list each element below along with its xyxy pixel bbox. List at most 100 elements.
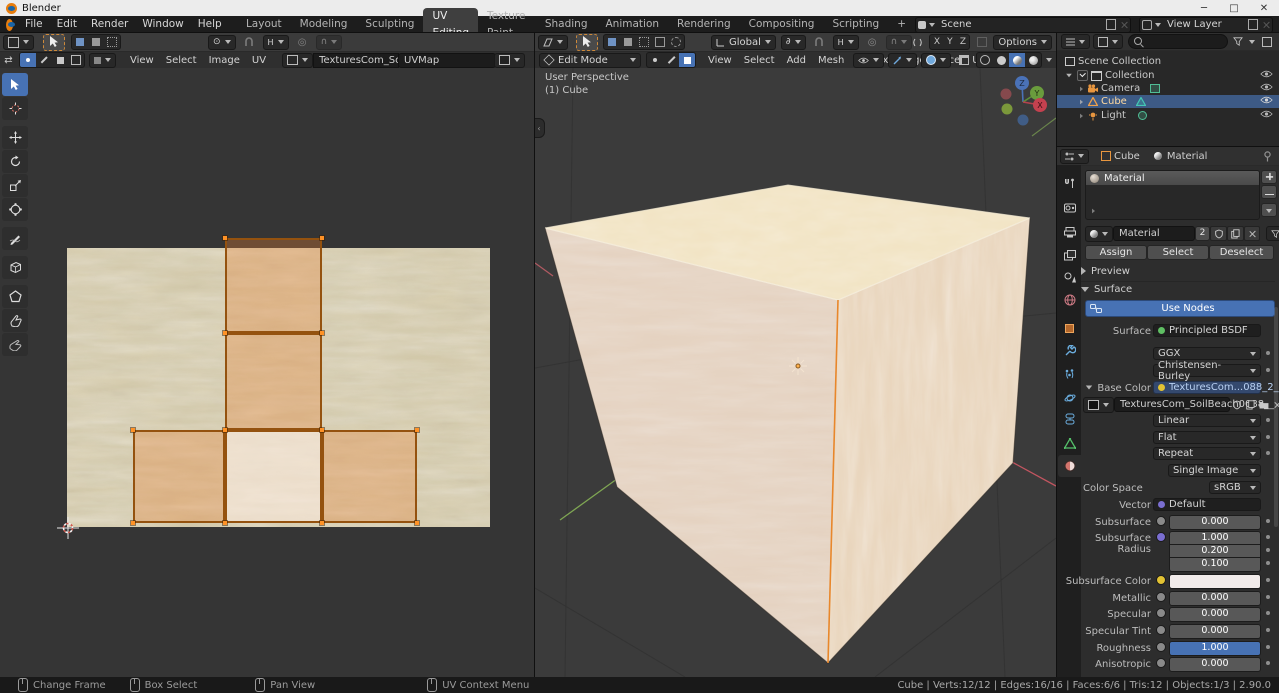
uv-face[interactable] bbox=[322, 430, 417, 523]
uv-face-mode-button[interactable] bbox=[52, 53, 68, 67]
gizmo-neg-x[interactable] bbox=[1001, 89, 1012, 100]
lasso-select-icon[interactable] bbox=[668, 35, 684, 49]
outliner-row-cube[interactable]: Cube bbox=[1057, 95, 1279, 108]
use-nodes-button[interactable]: Use Nodes bbox=[1085, 300, 1275, 317]
uv-editor[interactable]: ⊙ H ◎ ∩ ⇄ View Select Image UV TexturesC… bbox=[0, 33, 534, 677]
material-slot-list[interactable]: Material bbox=[1085, 170, 1260, 220]
uv-menu-view[interactable]: View bbox=[124, 55, 160, 66]
outliner-display-dropdown[interactable] bbox=[1093, 34, 1123, 49]
vector-socket-dot[interactable] bbox=[1156, 532, 1166, 542]
close-button[interactable]: ✕ bbox=[1249, 0, 1279, 16]
image-name-field[interactable]: TexturesCom_SoilBeach0088__ bbox=[1114, 397, 1230, 412]
snap-with-dropdown[interactable]: H bbox=[833, 35, 859, 50]
breadcrumb-material[interactable]: Material bbox=[1167, 151, 1208, 162]
v3d-editor-type-dropdown[interactable] bbox=[538, 35, 568, 50]
subsurface-radius-z[interactable]: 0.100 bbox=[1169, 557, 1261, 572]
tab-rendering[interactable]: Rendering bbox=[668, 16, 740, 33]
slot-specials-button[interactable] bbox=[1261, 203, 1277, 217]
surface-shader-widget[interactable]: Principled BSDF bbox=[1153, 324, 1261, 337]
uvmap-field[interactable]: UVMap bbox=[398, 53, 496, 68]
mirror-z-button[interactable]: Z bbox=[956, 35, 969, 49]
mirror-y-button[interactable]: Y bbox=[943, 35, 956, 49]
uv-pivot-dropdown[interactable]: ⊙ bbox=[208, 35, 236, 50]
extend-select-icon[interactable] bbox=[620, 35, 636, 49]
panel-surface[interactable]: Surface bbox=[1081, 281, 1275, 296]
menu-render[interactable]: Render bbox=[84, 16, 135, 33]
minimize-button[interactable]: ─ bbox=[1189, 0, 1219, 16]
uv-falloff-dropdown[interactable]: ∩ bbox=[316, 35, 343, 50]
tab-layout[interactable]: Layout bbox=[237, 16, 291, 33]
vector-widget[interactable]: Default bbox=[1153, 498, 1261, 511]
orientation-dropdown[interactable]: Global bbox=[711, 35, 776, 50]
socket-dot[interactable] bbox=[1156, 592, 1166, 602]
deselect-button[interactable]: Deselect bbox=[1209, 245, 1274, 260]
tab-render[interactable] bbox=[1058, 197, 1081, 219]
shading-solid-button[interactable] bbox=[993, 53, 1009, 67]
roughness-slider[interactable]: 1.000 bbox=[1169, 641, 1261, 656]
visibility-dropdown[interactable] bbox=[853, 53, 884, 68]
face-select-button[interactable] bbox=[679, 53, 695, 67]
viewport-3d[interactable]: Global ∂ H ◎ ∩ X Y Z Options bbox=[535, 33, 1056, 677]
expand-icon[interactable] bbox=[1080, 113, 1083, 118]
uv-vertex-mode-button[interactable] bbox=[20, 53, 36, 67]
uv-snap-toggle[interactable] bbox=[241, 35, 258, 49]
collection-checkbox[interactable] bbox=[1077, 70, 1088, 81]
tab-world[interactable] bbox=[1058, 289, 1081, 311]
fake-user-shield-icon[interactable] bbox=[1210, 226, 1227, 241]
navigation-gizmo[interactable]: Z Y X bbox=[993, 72, 1055, 134]
tab-material[interactable] bbox=[1058, 455, 1081, 477]
specular-slider[interactable]: 0.000 bbox=[1169, 607, 1261, 622]
open-image-folder-icon[interactable] bbox=[1257, 398, 1271, 412]
eye-icon[interactable] bbox=[1260, 83, 1273, 94]
view-layer-selector[interactable]: View Layer bbox=[1139, 17, 1273, 33]
remove-view-layer-icon[interactable] bbox=[1262, 21, 1270, 29]
uv-edge-mode-button[interactable] bbox=[36, 53, 52, 67]
gizmos-dropdown[interactable] bbox=[888, 53, 917, 68]
edge-select-button[interactable] bbox=[663, 53, 679, 67]
proportional-toggle[interactable]: ◎ bbox=[864, 35, 881, 49]
color-socket-dot[interactable] bbox=[1156, 575, 1166, 585]
panel-preview[interactable]: Preview bbox=[1081, 264, 1275, 278]
blender-menu-icon[interactable] bbox=[6, 19, 13, 31]
tab-sculpting[interactable]: Sculpting bbox=[356, 16, 423, 33]
tab-scene[interactable] bbox=[1058, 266, 1081, 288]
extension-dropdown[interactable]: Repeat bbox=[1153, 447, 1261, 460]
uv-image-browse-dropdown[interactable] bbox=[282, 53, 313, 68]
list-expand-icon[interactable] bbox=[1092, 209, 1095, 214]
uv-tweak-tool-button[interactable] bbox=[43, 34, 65, 51]
uv-face[interactable] bbox=[225, 333, 322, 430]
outliner-row-camera[interactable]: Camera bbox=[1057, 82, 1279, 95]
properties-editor-type-dropdown[interactable] bbox=[1060, 149, 1089, 164]
tab-modifiers[interactable] bbox=[1058, 340, 1081, 362]
socket-dot[interactable] bbox=[1156, 642, 1166, 652]
shading-wireframe-button[interactable] bbox=[977, 53, 993, 67]
shading-dropdown-icon[interactable] bbox=[1046, 58, 1052, 62]
material-slot-active[interactable]: Material bbox=[1086, 171, 1259, 185]
distribution-dropdown[interactable]: GGX bbox=[1153, 347, 1261, 360]
new-scene-icon[interactable] bbox=[1106, 19, 1116, 30]
expand-icon[interactable] bbox=[1080, 99, 1083, 104]
box-select-icon[interactable] bbox=[604, 35, 620, 49]
collapse-icon[interactable] bbox=[1066, 74, 1072, 78]
tab-modeling[interactable]: Modeling bbox=[291, 16, 357, 33]
properties-editor[interactable]: Cube Material Material Material 2 bbox=[1057, 147, 1279, 677]
tab-object-data[interactable] bbox=[1058, 432, 1081, 454]
outliner-search-input[interactable] bbox=[1128, 34, 1228, 49]
eye-icon[interactable] bbox=[1260, 70, 1273, 81]
outliner[interactable]: Scene Collection Collection Camera Cube … bbox=[1057, 33, 1279, 146]
outliner-row-collection[interactable]: Collection bbox=[1057, 69, 1279, 82]
uv-menu-uv[interactable]: UV bbox=[246, 55, 272, 66]
assign-button[interactable]: Assign bbox=[1085, 245, 1147, 260]
subsurface-slider[interactable]: 0.000 bbox=[1169, 515, 1261, 530]
select-button[interactable]: Select bbox=[1147, 245, 1209, 260]
uv-sticky-select-dropdown[interactable] bbox=[89, 53, 116, 68]
browse-material-dropdown[interactable] bbox=[1085, 226, 1113, 242]
new-view-layer-icon[interactable] bbox=[1248, 19, 1258, 30]
v3d-menu-view[interactable]: View bbox=[702, 55, 738, 66]
gizmo-neg-z[interactable] bbox=[1018, 115, 1029, 126]
menu-window[interactable]: Window bbox=[135, 16, 190, 33]
tab-tool[interactable] bbox=[1058, 173, 1081, 195]
uv-island-mode-button[interactable] bbox=[68, 53, 84, 67]
xray-toggle[interactable] bbox=[955, 53, 972, 67]
tab-scripting[interactable]: Scripting bbox=[823, 16, 888, 33]
